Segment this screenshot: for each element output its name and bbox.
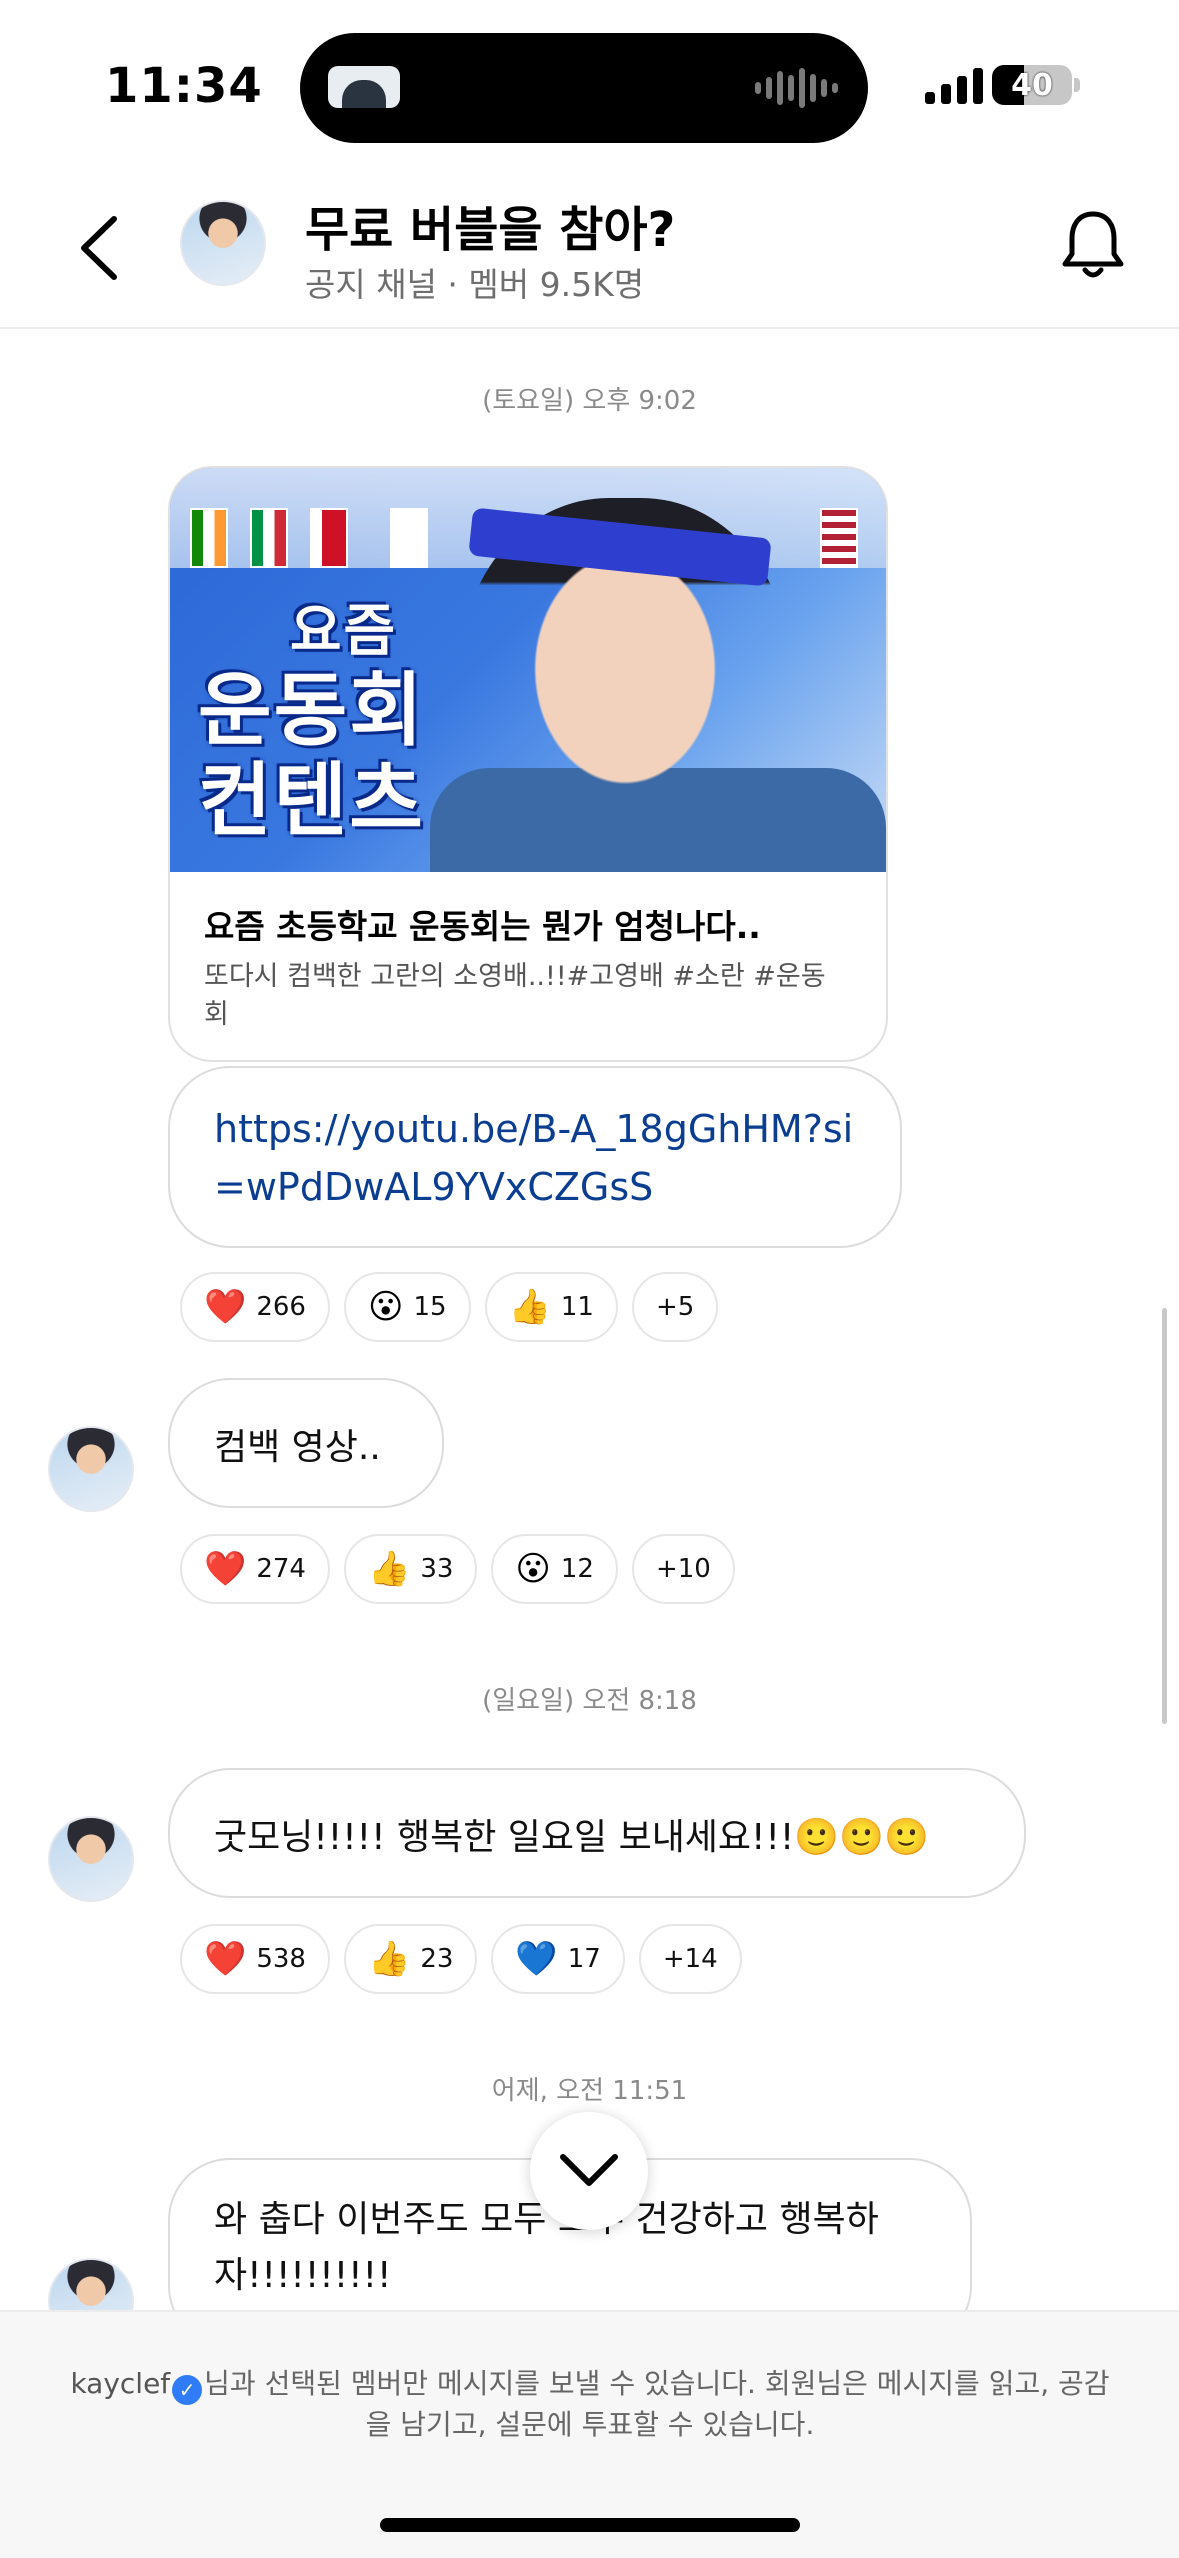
battery-icon: 40: [992, 65, 1072, 105]
channel-avatar[interactable]: [180, 200, 266, 286]
reaction-chip[interactable]: ❤️ 266: [180, 1272, 330, 1342]
scrollbar[interactable]: [1162, 1308, 1167, 1724]
reaction-count: 23: [420, 1944, 454, 1974]
reaction-count: 538: [256, 1944, 306, 1974]
chevron-down-icon: [560, 2154, 618, 2186]
thumbs-up-emoji-icon: 👍: [367, 1939, 411, 1979]
more-reactions-chip[interactable]: +10: [631, 1534, 735, 1604]
reactions-row: ❤️ 274 👍 33 😮 12 +10: [180, 1534, 735, 1604]
notice-message: 님과 선택된 멤버만 메시지를 보낼 수 있습니다. 회원님은 메시지를 읽고,…: [204, 2367, 1110, 2441]
reaction-count: 12: [560, 1554, 594, 1584]
audio-wave-icon: [755, 67, 838, 109]
reaction-count: 17: [567, 1944, 601, 1974]
reaction-chip[interactable]: 😮 15: [343, 1272, 471, 1342]
video-preview-card[interactable]: 요즘 운동회 컨텐츠 요즘 초등학교 운동회는 뭔가 엄청나다.. 또다시 컴백…: [168, 466, 888, 1062]
reaction-chip[interactable]: ❤️ 538: [180, 1924, 330, 1994]
message-text: 컴백 영상..: [214, 1427, 381, 1468]
sender-avatar[interactable]: [48, 1426, 134, 1512]
flag-icon: [250, 508, 288, 568]
flag-icon: [310, 508, 348, 568]
message-bubble[interactable]: 컴백 영상..: [168, 1378, 444, 1508]
surprised-emoji-icon: 😮: [515, 1549, 551, 1589]
more-reactions-count: +5: [655, 1292, 695, 1322]
more-reactions-count: +10: [655, 1554, 711, 1584]
battery-percent: 40: [1011, 68, 1053, 103]
thumbs-up-emoji-icon: 👍: [508, 1287, 551, 1327]
card-description: 또다시 컴백한 고란의 소영배..!!#고영배 #소란 #운동회: [204, 961, 826, 1030]
link-message-bubble[interactable]: https://youtu.be/B-A_18gGhHM?si=wPdDwAL9…: [168, 1066, 902, 1248]
timestamp: (일요일) 오전 8:18: [482, 1686, 697, 1716]
surprised-emoji-icon: 😮: [367, 1287, 404, 1327]
blue-heart-emoji-icon: 💙: [515, 1939, 558, 1979]
reactions-row: ❤️ 538 👍 23 💙 17 +14: [180, 1924, 742, 1994]
reaction-chip[interactable]: ❤️ 274: [180, 1534, 330, 1604]
thumbs-up-emoji-icon: 👍: [367, 1549, 411, 1589]
battery-tip: [1074, 78, 1080, 92]
message-text: 와 춥다 이번주도 모두 모두 건강하고 행복하자!!!!!!!!!!: [214, 2199, 879, 2296]
sender-avatar[interactable]: [48, 1816, 134, 1902]
bell-icon[interactable]: [1060, 208, 1126, 284]
reaction-chip[interactable]: 👍 11: [484, 1272, 618, 1342]
timestamp: 어제, 오전 11:51: [491, 2076, 688, 2106]
creator-name: kayclef: [70, 2367, 171, 2400]
back-arrow-icon[interactable]: [72, 213, 132, 283]
reaction-count: 15: [413, 1292, 447, 1322]
more-reactions-chip[interactable]: +14: [638, 1924, 742, 1994]
heart-emoji-icon: ❤️: [204, 1287, 247, 1327]
reaction-count: 33: [420, 1554, 454, 1584]
cellular-signal-icon: [925, 66, 983, 104]
reaction-count: 11: [560, 1292, 594, 1322]
channel-title: 무료 버블을 참아?: [305, 202, 676, 258]
thumbnail-text: 컨텐츠: [198, 754, 425, 847]
more-reactions-chip[interactable]: +5: [631, 1272, 719, 1342]
message-text: 굿모닝!!!!! 행복한 일요일 보내세요!!!🙂🙂🙂: [214, 1817, 929, 1858]
reaction-chip[interactable]: 👍 23: [343, 1924, 478, 1994]
timestamp: (토요일) 오후 9:02: [482, 386, 697, 416]
heart-emoji-icon: ❤️: [204, 1939, 247, 1979]
message-bubble[interactable]: 굿모닝!!!!! 행복한 일요일 보내세요!!!🙂🙂🙂: [168, 1768, 1026, 1898]
header-divider: [0, 327, 1179, 329]
status-time: 11:34: [105, 58, 263, 114]
verified-badge-icon: ✓: [172, 2375, 203, 2405]
reaction-chip[interactable]: 💙 17: [491, 1924, 625, 1994]
heart-emoji-icon: ❤️: [204, 1549, 247, 1589]
reaction-count: 266: [256, 1292, 306, 1322]
flag-icon: [190, 508, 228, 568]
flag-icon: [390, 508, 428, 568]
reaction-chip[interactable]: 😮 12: [491, 1534, 618, 1604]
channel-subtitle: 공지 채널 · 멤버 9.5K명: [305, 265, 645, 304]
reaction-chip[interactable]: 👍 33: [343, 1534, 478, 1604]
reaction-count: 274: [256, 1554, 306, 1584]
home-indicator[interactable]: [380, 2518, 800, 2532]
card-title: 요즘 초등학교 운동회는 뭔가 엄청나다..: [204, 907, 761, 946]
now-playing-thumbnail: [328, 66, 400, 108]
dynamic-island[interactable]: [300, 33, 868, 143]
more-reactions-count: +14: [662, 1944, 718, 1974]
video-thumbnail: 요즘 운동회 컨텐츠: [170, 468, 886, 872]
video-link[interactable]: https://youtu.be/B-A_18gGhHM?si=wPdDwAL9…: [214, 1100, 856, 1216]
scroll-to-bottom-button[interactable]: [530, 2112, 648, 2230]
flag-icon: [820, 508, 858, 568]
reactions-row: ❤️ 266 😮 15 👍 11 +5: [180, 1272, 719, 1342]
notice-text: kayclef ✓ 님과 선택된 멤버만 메시지를 보낼 수 있습니다. 회원님은 …: [60, 2364, 1120, 2445]
